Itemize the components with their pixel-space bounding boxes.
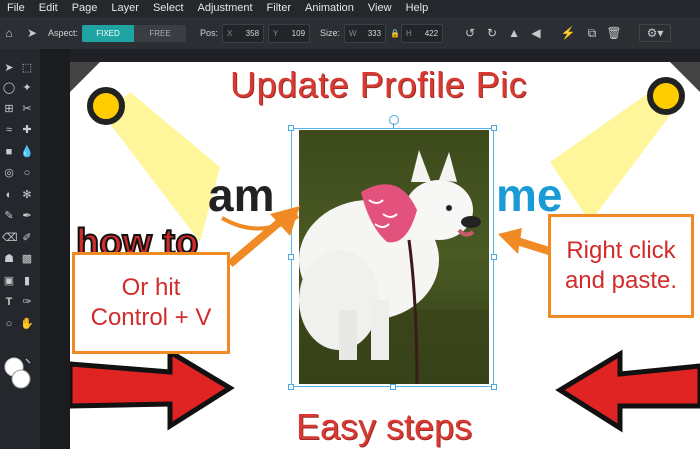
size-w-key: W [349, 28, 357, 38]
flip-horizontal-icon[interactable]: ▲ [503, 26, 525, 40]
pos-y-field[interactable]: Y 109 [268, 23, 311, 43]
rotate-right-icon[interactable]: ↻ [481, 26, 503, 40]
red-arrow-right-graphic [555, 349, 700, 433]
marquee-tool-icon[interactable]: ⬚ [20, 61, 34, 75]
blur-tool-icon[interactable]: ○ [20, 166, 34, 180]
menu-bar: File Edit Page Layer Select Adjustment F… [0, 0, 700, 17]
lock-icon[interactable]: 🔒 [390, 29, 400, 38]
orange-arrow-left-graphic [227, 206, 300, 268]
handle-top-right[interactable] [491, 125, 497, 131]
scissors-icon[interactable]: ✂ [20, 102, 34, 116]
aspect-fixed-button[interactable]: FIXED [82, 24, 135, 42]
transform-icon[interactable]: ⚡ [555, 26, 581, 40]
rotate-handle[interactable] [389, 115, 399, 125]
orange-arrow-right-graphic [498, 228, 554, 256]
handle-bottom-right[interactable] [491, 384, 497, 390]
handle-top-left[interactable] [288, 125, 294, 131]
pen-tool-icon[interactable]: ✐ [20, 231, 34, 245]
rotate-handle-stem [393, 123, 394, 128]
document-canvas[interactable]: Update Profile Pic am me how to Or hit C… [70, 62, 700, 449]
canvas-title: Update Profile Pic [230, 64, 528, 105]
pos-x-value: 358 [245, 28, 260, 38]
zoom-tool-icon[interactable]: ○ [2, 317, 16, 331]
gradient-tool-icon[interactable]: ▩ [20, 252, 34, 266]
rotate-left-icon[interactable]: ↺ [459, 26, 481, 40]
pos-x-field[interactable]: X 358 [222, 23, 265, 43]
hand-tool-icon[interactable]: ✋ [20, 317, 34, 331]
callout-left-line1: Or hit [121, 274, 181, 301]
callout-right-line2: and paste. [564, 267, 678, 294]
aspect-free-button[interactable]: FREE [134, 24, 187, 42]
red-arrow-left-graphic [70, 347, 235, 431]
image-tool-icon[interactable]: ▣ [2, 274, 16, 288]
pos-y-key: Y [273, 28, 279, 38]
callout-right-line1: Right click [566, 237, 676, 264]
pos-y-value: 109 [291, 28, 306, 38]
menu-edit[interactable]: Edit [32, 0, 65, 17]
pointer-tool-icon[interactable]: ➤ [2, 61, 16, 75]
menu-animation[interactable]: Animation [298, 0, 361, 17]
stamp-tool-icon[interactable]: ■ [2, 145, 16, 159]
callout-left-text: Or hit Control + V [91, 273, 212, 333]
tool-panel: ➤ ⬚ ◯ ✦ ⊞ ✂ ≈ ✚ ■ 💧 ◎ ○ ◐ ✻ ✎ ✒ ⌫ ✐ ☗ ▩ … [0, 49, 40, 449]
globe-tool-icon[interactable]: ◎ [2, 166, 16, 180]
handle-bottom-middle[interactable] [390, 384, 396, 390]
menu-adjustment[interactable]: Adjustment [191, 0, 260, 17]
pos-label: Pos: [200, 28, 219, 38]
size-h-field[interactable]: H 422 [401, 23, 444, 43]
size-h-key: H [406, 28, 412, 38]
size-w-field[interactable]: W 333 [344, 23, 387, 43]
aspect-label: Aspect: [48, 28, 79, 38]
handle-bottom-left[interactable] [288, 384, 294, 390]
trash-icon[interactable]: 🗑 [603, 26, 625, 40]
menu-help[interactable]: Help [399, 0, 436, 17]
home-icon[interactable]: ⌂ [0, 26, 18, 40]
magic-wand-icon[interactable]: ✦ [20, 81, 34, 95]
options-toolbar: ⌂ ➤ Aspect: FIXED FREE Pos: X 358 Y 109 … [0, 17, 700, 49]
callout-right-text: Right click and paste. [565, 236, 677, 296]
callout-left-line2: Control + V [90, 304, 212, 331]
callout-right-box: Right click and paste. [548, 214, 694, 318]
menu-select[interactable]: Select [146, 0, 191, 17]
canvas-bottom-title: Easy steps [296, 406, 473, 447]
size-h-value: 422 [424, 28, 439, 38]
liquify-tool-icon[interactable]: ≈ [2, 123, 16, 137]
text-tool-icon[interactable]: T [2, 295, 16, 309]
aspect-toggle: FIXED FREE [82, 24, 187, 42]
bandage-tool-icon[interactable]: ✚ [20, 123, 34, 137]
pos-x-key: X [227, 28, 233, 38]
menu-view[interactable]: View [361, 0, 399, 17]
sponge-tool-icon[interactable]: ✻ [20, 188, 34, 202]
lasso-tool-icon[interactable]: ◯ [2, 81, 16, 95]
eyedropper-tool-icon[interactable]: ✑ [20, 295, 34, 309]
menu-page[interactable]: Page [65, 0, 105, 17]
menu-file[interactable]: File [0, 0, 32, 17]
duplicate-icon[interactable]: ⧉ [581, 26, 603, 41]
flip-vertical-icon[interactable]: ◀ [525, 26, 547, 40]
size-label: Size: [320, 28, 341, 38]
brush-tool-icon[interactable]: ✒ [20, 209, 34, 223]
drop-tool-icon[interactable]: 💧 [20, 145, 34, 159]
size-w-value: 333 [367, 28, 382, 38]
menu-layer[interactable]: Layer [104, 0, 146, 17]
pencil-tool-icon[interactable]: ✎ [2, 209, 16, 223]
color-swatches[interactable] [4, 355, 34, 393]
canvas-gutter [40, 49, 70, 449]
selection-frame[interactable] [291, 128, 494, 387]
dodge-tool-icon[interactable]: ◐ [2, 188, 16, 202]
callout-left-box: Or hit Control + V [72, 252, 230, 354]
settings-gear-icon[interactable]: ⚙▾ [639, 24, 672, 42]
shape-tool-icon[interactable]: ▮ [20, 274, 34, 288]
crop-tool-icon[interactable]: ⊞ [2, 102, 16, 116]
move-tool-icon[interactable]: ➤ [22, 26, 42, 40]
menu-filter[interactable]: Filter [260, 0, 298, 17]
fill-tool-icon[interactable]: ☗ [2, 252, 16, 266]
eraser-tool-icon[interactable]: ⌫ [2, 231, 18, 245]
